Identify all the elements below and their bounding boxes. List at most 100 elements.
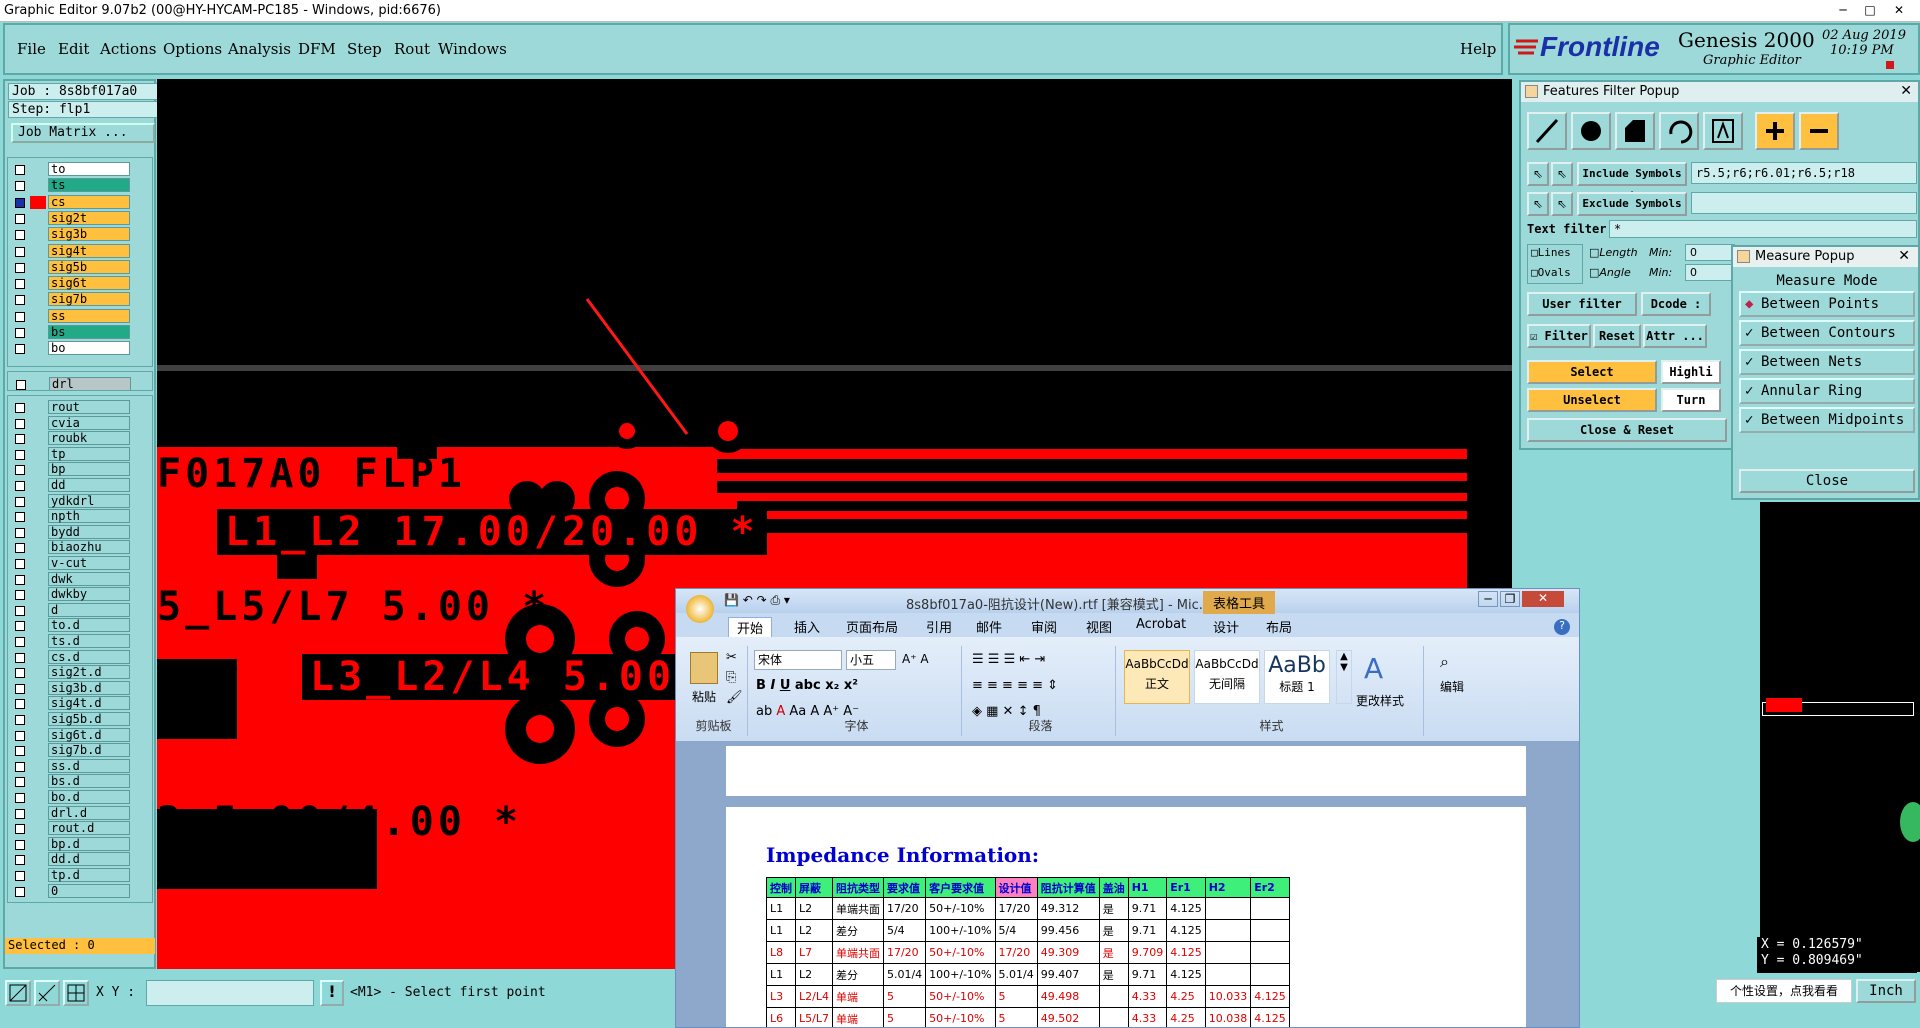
layer-checkbox[interactable] — [15, 262, 25, 273]
grow-font-icon[interactable]: A⁺ A — [902, 652, 929, 666]
table-cell[interactable]: 5.01/4 — [994, 963, 1038, 986]
table-cell[interactable]: 100+/-10% — [925, 919, 996, 942]
between-nets-option[interactable]: ✓ Between Nets — [1739, 349, 1915, 375]
layer-row-bs[interactable]: bs — [12, 325, 130, 340]
alert-icon[interactable]: ! — [320, 980, 344, 1006]
change-styles-label[interactable]: 更改样式 — [1356, 692, 1404, 709]
menu-options[interactable]: Options — [163, 40, 222, 58]
layer-row-v-cut[interactable]: v-cut — [12, 556, 130, 571]
arc-tool-button[interactable] — [1659, 112, 1699, 150]
table-cell[interactable]: 17/20 — [882, 897, 927, 920]
include-arrow2-button[interactable]: ⇖ — [1551, 162, 1573, 186]
layer-checkbox[interactable] — [15, 512, 25, 523]
layer-row-bo.d[interactable]: bo.d — [12, 790, 130, 805]
layer-row-sig5b[interactable]: sig5b — [12, 259, 130, 275]
measure-close-button[interactable]: Close — [1739, 469, 1915, 493]
layer-checkbox[interactable] — [15, 181, 25, 192]
tab-insert[interactable]: 插入 — [794, 617, 820, 636]
layer-row-rout[interactable]: rout — [12, 400, 130, 415]
layer-checkbox[interactable] — [15, 777, 25, 788]
layer-row-drl.d[interactable]: drl.d — [12, 805, 130, 821]
tab-view[interactable]: 视图 — [1086, 617, 1112, 636]
layer-checkbox[interactable] — [15, 699, 25, 710]
layer-checkbox[interactable] — [15, 213, 25, 224]
layer-checkbox[interactable] — [15, 637, 25, 647]
layer-row-sig4t.d[interactable]: sig4t.d — [12, 696, 130, 711]
edit-label[interactable]: 编辑 — [1440, 678, 1464, 695]
layer-row-sig3b.d[interactable]: sig3b.d — [12, 680, 130, 696]
menu-rout[interactable]: Rout — [394, 40, 430, 58]
tab-page-layout[interactable]: 页面布局 — [846, 617, 898, 636]
attr-button[interactable]: Attr ... — [1643, 324, 1707, 348]
layer-checkbox[interactable] — [15, 871, 25, 881]
annular-ring-option[interactable]: ✓ Annular Ring — [1739, 378, 1915, 404]
layer-row-sig7b[interactable]: sig7b — [12, 292, 130, 307]
layer-checkbox[interactable] — [15, 496, 25, 507]
layer-checkbox[interactable] — [15, 230, 25, 241]
menu-actions[interactable]: Actions — [100, 40, 156, 58]
layer-checkbox[interactable] — [15, 344, 25, 355]
layer-row-rout.d[interactable]: rout.d — [12, 821, 130, 836]
surface-tool-button[interactable] — [1615, 112, 1655, 150]
table-cell[interactable]: L1 — [766, 897, 796, 920]
style-normal[interactable]: AaBbCcDd 正文 — [1124, 650, 1190, 704]
layer-checkbox[interactable] — [15, 295, 25, 306]
layer-checkbox[interactable] — [15, 652, 25, 663]
layer-checkbox[interactable] — [15, 165, 25, 175]
tab-acrobat[interactable]: Acrobat — [1136, 617, 1186, 632]
style-heading1[interactable]: AaBb 标题 1 — [1264, 650, 1330, 704]
quick-access-icons[interactable]: 💾 ↶ ↷ ⎙ ▾ — [724, 593, 790, 608]
font-size-select[interactable]: 小五 — [846, 650, 896, 670]
table-cell[interactable] — [1204, 963, 1252, 986]
exclude-arrow2-button[interactable]: ⇖ — [1551, 192, 1573, 216]
user-filter-button[interactable]: User filter ... — [1527, 292, 1637, 331]
layer-checkbox[interactable] — [15, 855, 25, 866]
layer-row-cvia[interactable]: cvia — [12, 415, 130, 431]
layer-checkbox[interactable] — [15, 328, 25, 338]
table-cell[interactable]: 9.71 — [1127, 897, 1168, 920]
between-midpoints-option[interactable]: ✓ Between Midpoints — [1739, 407, 1915, 433]
table-cell[interactable]: 单端 — [831, 985, 884, 1008]
table-cell[interactable]: 5 — [882, 985, 927, 1008]
table-cell[interactable]: L1 — [766, 963, 796, 986]
tab-layout[interactable]: 布局 — [1266, 617, 1292, 636]
table-cell[interactable]: 4.33 — [1127, 1007, 1168, 1027]
table-cell[interactable]: 17/20 — [994, 897, 1038, 920]
table-cell[interactable]: 差分 — [831, 919, 884, 942]
list-icons[interactable]: ☰ ☰ ☰ ⇤ ⇥ — [972, 652, 1045, 667]
secondary-canvas[interactable] — [1760, 502, 1920, 972]
table-cell[interactable]: 单端共面 — [831, 941, 884, 964]
layer-row-dwkby[interactable]: dwkby — [12, 587, 130, 602]
layer-checkbox[interactable] — [15, 279, 25, 290]
table-cell[interactable]: L2 — [795, 919, 833, 942]
table-cell[interactable]: 单端 — [831, 1007, 884, 1027]
table-cell[interactable]: 4.125 — [1250, 985, 1290, 1008]
layer-checkbox[interactable] — [15, 559, 25, 569]
highlight-button[interactable]: Highli — [1661, 360, 1721, 384]
layer-checkbox[interactable] — [15, 683, 25, 694]
table-cell[interactable] — [1098, 985, 1129, 1008]
layer-row-sig4t[interactable]: sig4t — [12, 243, 130, 259]
exclude-arrow-button[interactable]: ⇖ — [1527, 192, 1549, 216]
menu-file[interactable]: File — [17, 40, 46, 58]
tab-mailings[interactable]: 邮件 — [976, 617, 1002, 636]
layer-row-dd[interactable]: dd — [12, 478, 130, 493]
menu-edit[interactable]: Edit — [58, 40, 89, 58]
reset-button[interactable]: Reset — [1593, 324, 1641, 348]
text-tool-button[interactable] — [1703, 112, 1743, 150]
line-tool-button[interactable] — [1527, 112, 1567, 150]
layer-checkbox[interactable] — [15, 808, 25, 819]
table-cell[interactable]: 4.125 — [1166, 963, 1206, 986]
layer-row-biaozhu[interactable]: biaozhu — [12, 540, 130, 555]
layer-row-dd.d[interactable]: dd.d — [12, 852, 130, 867]
units-button[interactable]: Inch — [1856, 979, 1916, 1003]
layer-checkbox[interactable] — [15, 465, 25, 476]
layer-row-sig2t[interactable]: sig2t — [12, 210, 130, 226]
layer-row-tp[interactable]: tp — [12, 446, 130, 462]
table-cell[interactable]: 4.125 — [1166, 919, 1206, 942]
table-cell[interactable]: 是 — [1098, 897, 1129, 920]
ime-hint[interactable]: 个性设置，点我看看 — [1716, 979, 1852, 1003]
exclude-symbols-label[interactable]: Exclude Symbols : — [1577, 192, 1687, 230]
word-close[interactable]: ✕ — [1522, 591, 1564, 607]
layer-row-tp.d[interactable]: tp.d — [12, 868, 130, 883]
